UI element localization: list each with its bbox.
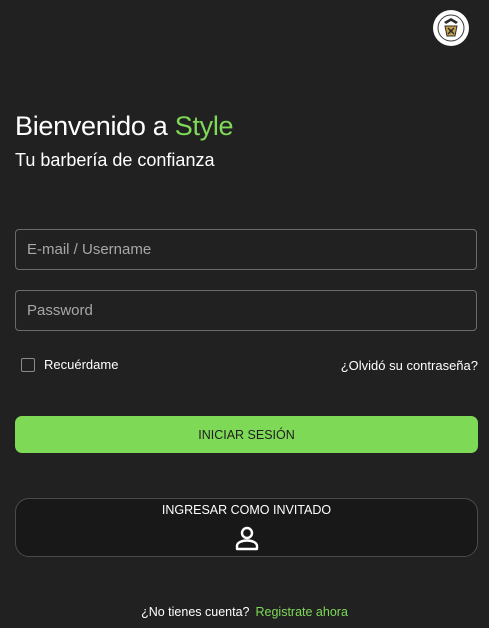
guest-button-label: INGRESAR COMO INVITADO bbox=[161, 503, 332, 517]
page-subtitle: Tu barbería de confianza bbox=[15, 150, 215, 170]
checkbox-box[interactable] bbox=[21, 357, 35, 372]
title-prefix: Bienvenido a bbox=[15, 111, 168, 141]
guest-login-button[interactable]: INGRESAR COMO INVITADO bbox=[15, 498, 478, 557]
login-button[interactable]: INICIAR SESIÓN bbox=[15, 416, 478, 453]
login-screen: Bienvenido a Style Tu barbería de confia… bbox=[0, 0, 489, 628]
password-field[interactable] bbox=[15, 290, 477, 331]
signup-question: ¿No tienes cuenta? bbox=[141, 605, 250, 619]
brand-name: Style bbox=[174, 111, 234, 141]
person-icon bbox=[235, 526, 258, 551]
login-button-label: INICIAR SESIÓN bbox=[198, 427, 295, 442]
forgot-password-link[interactable]: ¿Olvidó su contraseña? bbox=[341, 358, 478, 373]
email-field[interactable] bbox=[15, 229, 477, 270]
page-title: Bienvenido a Style bbox=[15, 111, 234, 142]
register-link[interactable]: Registrate ahora bbox=[255, 605, 347, 619]
barbershop-logo-icon bbox=[433, 10, 469, 46]
signup-prompt: ¿No tienes cuenta? Registrate ahora bbox=[0, 605, 489, 619]
remember-me-checkbox[interactable]: Recuérdame bbox=[21, 357, 118, 372]
remember-me-label: Recuérdame bbox=[44, 357, 119, 372]
